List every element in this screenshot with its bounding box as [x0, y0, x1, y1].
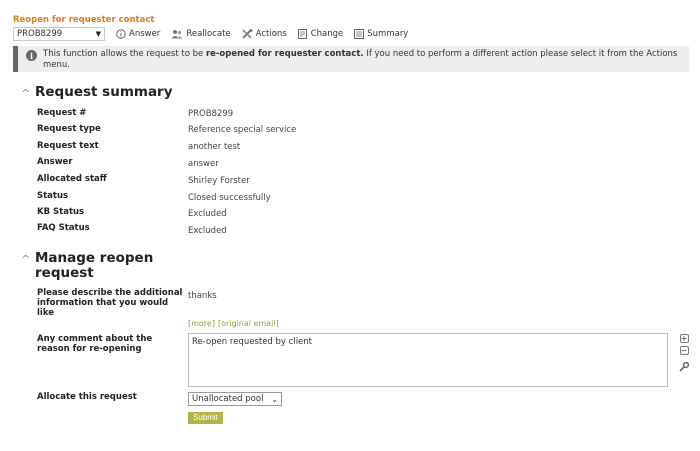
toolbar: PROB8299 ▼ Answer Reallocate Actions Cha…: [13, 27, 408, 41]
answer-button[interactable]: Answer: [116, 29, 160, 39]
list-document-icon: [354, 29, 365, 39]
summary-value-faq-status: Excluded: [188, 226, 227, 236]
allocate-label: Allocate this request: [37, 392, 137, 402]
summary-label-request-type: Request type: [37, 124, 101, 134]
summary-label-request-number: Request #: [37, 108, 87, 118]
info-icon: i: [26, 50, 37, 61]
summary-label-status: Status: [37, 191, 69, 201]
actions-button[interactable]: Actions: [242, 29, 287, 39]
people-icon: [171, 30, 183, 39]
info-text: This function allows the request to be r…: [43, 49, 683, 71]
shrink-minus-icon[interactable]: −: [679, 346, 689, 355]
summary-button[interactable]: Summary: [354, 29, 408, 39]
allocate-select[interactable]: Unallocated pool ⌄: [188, 392, 282, 406]
submit-button[interactable]: Submit: [188, 412, 223, 424]
request-summary-title: Request summary: [35, 84, 173, 100]
info-banner: i This function allows the request to be…: [13, 46, 689, 72]
summary-value-request-type: Reference special service: [188, 125, 297, 135]
textarea-tools: + −: [679, 334, 689, 372]
info-text-bold: re-opened for requester contact.: [205, 49, 364, 59]
collapse-caret-icon[interactable]: ^: [21, 87, 35, 100]
comment-textarea[interactable]: Re-open requested by client: [188, 333, 668, 387]
summary-value-status: Closed successfully: [188, 193, 271, 203]
more-link[interactable]: [more]: [188, 319, 215, 328]
comment-label: Any comment about the reason for re-open…: [37, 334, 153, 354]
info-circle-icon: [116, 29, 126, 39]
summary-label: Summary: [367, 29, 409, 39]
request-summary-header[interactable]: ^ Request summary: [21, 84, 173, 101]
reallocate-label: Reallocate: [186, 29, 231, 39]
summary-value-request-number: PROB8299: [188, 109, 234, 119]
original-email-link[interactable]: [original email]: [218, 319, 279, 328]
summary-value-answer: answer: [188, 159, 219, 169]
summary-value-allocated-staff: Shirley Forster: [188, 176, 250, 186]
info-text-start: This function allows the request to be: [43, 49, 206, 59]
edit-document-icon: [297, 29, 307, 39]
chevron-down-icon: ⌄: [271, 394, 278, 404]
summary-label-request-text: Request text: [37, 141, 99, 151]
manage-reopen-title: Manage reopen request: [35, 250, 154, 281]
summary-value-kb-status: Excluded: [188, 209, 227, 219]
request-selector-value: PROB8299: [17, 29, 63, 39]
tools-icon: [242, 29, 253, 39]
expand-plus-icon[interactable]: +: [679, 334, 689, 343]
change-label: Change: [310, 29, 344, 39]
describe-info-value: thanks: [188, 291, 217, 301]
email-links: [more] [original email]: [188, 319, 282, 328]
change-button[interactable]: Change: [297, 29, 344, 39]
reallocate-button[interactable]: Reallocate: [171, 29, 231, 39]
request-selector[interactable]: PROB8299 ▼: [13, 27, 105, 41]
summary-value-request-text: another test: [188, 142, 241, 152]
describe-info-label: Please describe the additional informati…: [37, 288, 183, 318]
summary-label-answer: Answer: [37, 157, 73, 167]
manage-reopen-header[interactable]: ^ Manage reopen request: [21, 251, 160, 281]
collapse-caret-icon[interactable]: ^: [21, 253, 35, 266]
actions-label: Actions: [255, 29, 287, 39]
answer-label: Answer: [129, 29, 161, 39]
summary-label-faq-status: FAQ Status: [37, 223, 90, 233]
allocate-select-value: Unallocated pool: [192, 394, 264, 404]
page-title: Reopen for requester contact: [13, 15, 155, 25]
summary-label-kb-status: KB Status: [37, 207, 85, 217]
summary-label-allocated-staff: Allocated staff: [37, 174, 107, 184]
dropdown-arrow-icon: ▼: [95, 30, 101, 38]
wrench-icon[interactable]: [679, 362, 689, 372]
